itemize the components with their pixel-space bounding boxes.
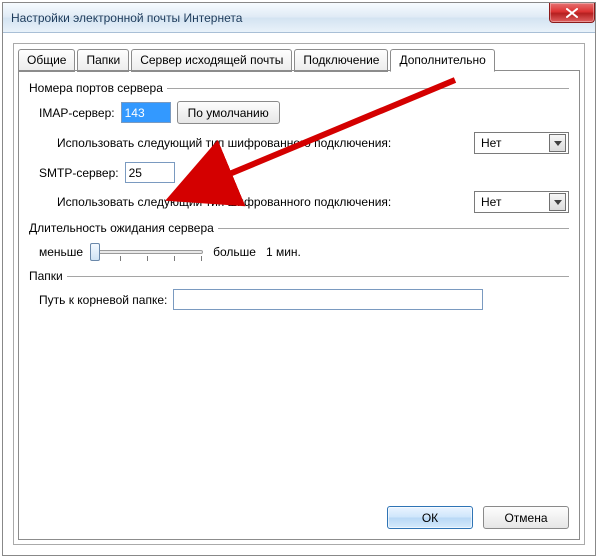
group-label-timeout: Длительность ожидания сервера <box>29 221 218 235</box>
timeout-slider[interactable] <box>93 241 203 263</box>
smtp-encryption-select[interactable]: Нет <box>474 191 569 213</box>
imap-port-label: IMAP-сервер: <box>39 106 115 120</box>
window-title: Настройки электронной почты Интернета <box>11 11 242 25</box>
tab-general[interactable]: Общие <box>18 49 75 72</box>
dialog-window: Настройки электронной почты Интернета Об… <box>2 2 596 556</box>
root-folder-label: Путь к корневой папке: <box>39 293 167 307</box>
imap-encryption-select[interactable]: Нет <box>474 132 569 154</box>
imap-port-input[interactable] <box>121 102 171 123</box>
tab-connection[interactable]: Подключение <box>294 49 388 72</box>
title-bar: Настройки электронной почты Интернета <box>3 3 595 33</box>
smtp-port-input[interactable] <box>125 162 175 183</box>
smtp-encryption-value: Нет <box>481 195 501 209</box>
ok-button[interactable]: ОК <box>387 506 473 529</box>
tab-page-advanced: Номера портов сервера IMAP-сервер: По ум… <box>18 71 580 540</box>
cancel-button[interactable]: Отмена <box>483 506 569 529</box>
smtp-encryption-label: Использовать следующий тип шифрованного … <box>57 195 391 209</box>
dialog-footer: ОК Отмена <box>387 506 569 529</box>
root-folder-input[interactable] <box>173 289 483 310</box>
timeout-value: 1 мин. <box>266 245 301 259</box>
slider-thumb[interactable] <box>90 243 100 261</box>
chevron-down-icon <box>549 134 566 152</box>
chevron-down-icon <box>549 193 566 211</box>
tab-folders[interactable]: Папки <box>77 49 129 72</box>
timeout-less-label: меньше <box>39 245 83 259</box>
smtp-port-label: SMTP-сервер: <box>39 166 119 180</box>
imap-encryption-value: Нет <box>481 136 501 150</box>
tab-underline <box>18 70 580 71</box>
group-label-ports: Номера портов сервера <box>29 81 167 95</box>
timeout-more-label: больше <box>213 245 256 259</box>
group-timeout: Длительность ожидания сервера меньше б <box>25 221 573 263</box>
imap-encryption-label: Использовать следующий тип шифрованного … <box>57 136 391 150</box>
tab-strip: Общие Папки Сервер исходящей почты Подкл… <box>14 44 584 71</box>
group-label-folders: Папки <box>29 269 67 283</box>
group-server-ports: Номера портов сервера IMAP-сервер: По ум… <box>25 81 573 213</box>
close-button[interactable] <box>549 3 595 23</box>
tab-outgoing[interactable]: Сервер исходящей почты <box>131 49 292 72</box>
group-folders: Папки Путь к корневой папке: <box>25 269 573 310</box>
dialog-body: Общие Папки Сервер исходящей почты Подкл… <box>13 43 585 545</box>
tab-advanced[interactable]: Дополнительно <box>390 49 494 72</box>
close-icon <box>566 8 578 18</box>
default-ports-button[interactable]: По умолчанию <box>177 101 280 124</box>
